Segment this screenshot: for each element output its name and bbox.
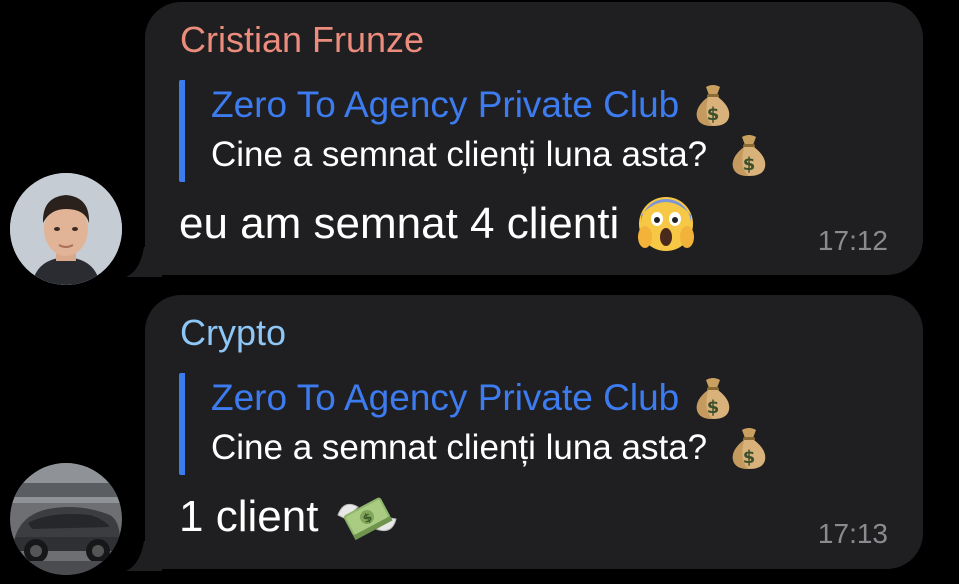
- sender-name[interactable]: Crypto: [180, 311, 286, 355]
- money-with-wings-icon: $: [336, 489, 398, 545]
- reply-title-row: Zero To Agency Private Club: [211, 80, 769, 130]
- message-timestamp: 17:13: [817, 518, 888, 549]
- money-bag-icon: [729, 426, 769, 470]
- reply-title-row: Zero To Agency Private Club: [211, 373, 769, 423]
- reply-text: Cine a semnat clienți luna asta?: [211, 135, 708, 174]
- message-bubble[interactable]: Crypto Zero To Agency Private Club Cine …: [145, 295, 923, 569]
- chat-view: Cristian Frunze Zero To Agency Private C…: [0, 0, 959, 584]
- face-screaming-icon: [637, 195, 695, 253]
- reply-preview[interactable]: Zero To Agency Private Club Cine a semna…: [179, 373, 769, 475]
- message-text: eu am semnat 4 clienti: [179, 199, 620, 248]
- reply-text-row: Cine a semnat clienți luna asta?: [211, 130, 769, 180]
- message-text: 1 client: [179, 492, 319, 541]
- money-bag-icon: [693, 376, 733, 420]
- message-body: eu am semnat 4 clienti: [179, 194, 695, 254]
- reply-text-row: Cine a semnat clienți luna asta?: [211, 423, 769, 473]
- message-bubble[interactable]: Cristian Frunze Zero To Agency Private C…: [145, 2, 923, 275]
- money-bag-icon: [729, 133, 769, 177]
- avatar[interactable]: [10, 173, 122, 285]
- reply-text: Cine a semnat clienți luna asta?: [211, 428, 708, 467]
- reply-title: Zero To Agency Private Club: [211, 84, 680, 125]
- reply-title: Zero To Agency Private Club: [211, 377, 680, 418]
- message-timestamp: 17:12: [817, 225, 888, 256]
- message-body: 1 client $: [179, 487, 398, 547]
- sender-name[interactable]: Cristian Frunze: [180, 18, 424, 62]
- reply-preview[interactable]: Zero To Agency Private Club Cine a semna…: [179, 80, 769, 182]
- avatar[interactable]: [10, 463, 122, 575]
- money-bag-icon: [693, 83, 733, 127]
